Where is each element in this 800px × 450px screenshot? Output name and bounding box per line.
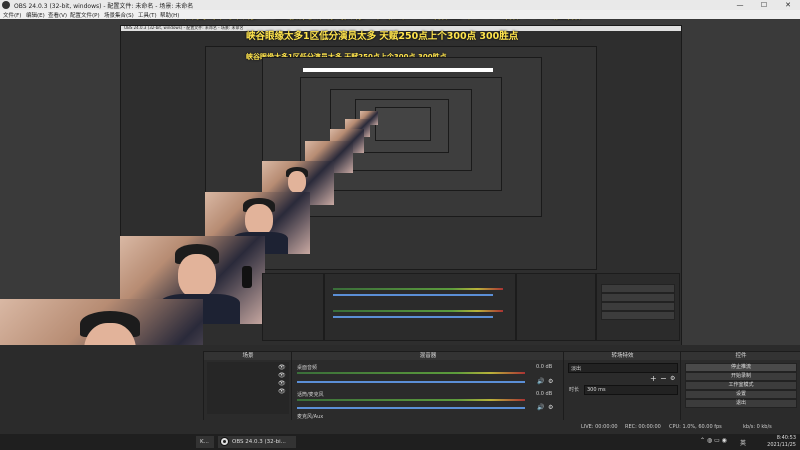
scenes-list[interactable] [207, 362, 289, 414]
status-bar: LIVE: 00:00:00 REC: 00:00:00 CPU: 1.0%, … [203, 420, 800, 434]
duration-label: 时长 [569, 387, 580, 393]
menu-scene-collection[interactable]: 场景集合(S) [104, 11, 134, 19]
mixer-volume-slider[interactable] [297, 407, 525, 409]
nested-window-title: OBS 24.0.3 (32-bit, windows) - 配置文件: 未命名… [124, 25, 244, 30]
transitions-dock-title: 转场特效 [564, 352, 681, 360]
mixer-track-name: 话筒/麦克风 [297, 392, 324, 398]
exit-button[interactable]: 退出 [685, 399, 797, 408]
taskbar: K... OBS 24.0.3 (32-bi... ⌃ ◍ ▭ ◉ 英 8:40… [0, 434, 800, 450]
clock-time[interactable]: 8:40:53 [752, 435, 796, 441]
nested-whitebar [303, 68, 493, 72]
nested-mixer-panel [324, 273, 516, 341]
mixer-dock-title: 混音器 [292, 352, 564, 360]
menu-view[interactable]: 查看(V) [48, 11, 67, 19]
obs-icon [220, 437, 229, 446]
tray-icons[interactable]: ⌃ ◍ ▭ ◉ [700, 437, 727, 444]
menu-tools[interactable]: 工具(T) [138, 11, 157, 19]
taskbar-item[interactable]: K... [196, 436, 214, 448]
studio-mode-button[interactable]: 工作室模式 [685, 381, 797, 390]
window-title: OBS 24.0.3 (32-bit, windows) - 配置文件: 未命名… [14, 3, 194, 10]
ime-indicator[interactable]: 英 [740, 438, 746, 447]
duration-input[interactable]: 300 ms [584, 385, 678, 395]
close-button[interactable]: ✕ [776, 0, 800, 10]
nested-preview-7 [375, 107, 431, 141]
controls-dock: 控件 停止推流 开始录制 工作室模式 设置 退出 [680, 351, 800, 422]
nested-scenes-panel [262, 273, 324, 341]
gear-icon[interactable]: ⚙ [548, 378, 553, 385]
menu-profile[interactable]: 配置文件(P) [70, 11, 100, 19]
scenes-dock: 场景 👁 👁 👁 👁 [203, 351, 293, 422]
speaker-icon[interactable]: 🔊 [537, 378, 544, 385]
eye-icon[interactable]: 👁 [278, 380, 286, 387]
menu-help[interactable]: 帮助(H) [160, 11, 179, 19]
gear-icon[interactable]: ⚙ [548, 404, 553, 411]
clock-date[interactable]: 2021/11/25 [752, 442, 796, 448]
menu-edit[interactable]: 编辑(E) [26, 11, 45, 19]
mixer-dock: 混音器 桌面音频 0.0 dB 🔊 ⚙ 话筒/麦克风 0.0 dB 🔊 ⚙ 麦克… [291, 351, 565, 422]
maximize-button[interactable]: ☐ [752, 0, 776, 10]
stop-streaming-button[interactable]: 停止推流 [685, 363, 797, 372]
transitions-dock: 转场特效 淡出 + − ⚙ 时长 300 ms [563, 351, 682, 422]
taskbar-obs-item[interactable]: OBS 24.0.3 (32-bi... [218, 436, 296, 448]
eye-icon[interactable]: 👁 [278, 388, 286, 395]
banner-text: 峡谷眼缘太多1区低分演员太多 天赋250点上个300点 300胜点 [180, 19, 581, 23]
webcam-main [0, 299, 203, 345]
gear-icon[interactable]: ⚙ [670, 375, 675, 382]
nested-transitions-panel [516, 273, 596, 341]
mixer-track-name: 麦克风/Aux [297, 414, 324, 420]
obs-app-icon [2, 1, 10, 9]
mixer-track-db: 0.0 dB [536, 391, 553, 397]
preview-canvas[interactable]: 峡谷眼缘太多1区低分演员太多 天赋250点上个300点 300胜点 OBS 24… [0, 19, 800, 345]
mixer-meter [297, 399, 525, 401]
scenes-dock-title: 场景 [204, 352, 292, 360]
minimize-button[interactable]: — [728, 0, 752, 10]
nested-banner-text: 峡谷眼缘太多1区低分演员太多 天赋250点上个300点 300胜点 [246, 31, 519, 42]
title-bar: OBS 24.0.3 (32-bit, windows) - 配置文件: 未命名… [0, 0, 800, 10]
mixer-track-name: 桌面音频 [297, 365, 318, 371]
menu-bar: 文件(F) 编辑(E) 查看(V) 配置文件(P) 场景集合(S) 工具(T) … [0, 10, 800, 19]
nested-controls-panel [596, 273, 680, 341]
rec-time: REC: 00:00:00 [625, 424, 661, 430]
remove-transition-button[interactable]: − [660, 374, 667, 383]
mixer-volume-slider[interactable] [297, 381, 525, 383]
add-transition-button[interactable]: + [650, 374, 657, 383]
menu-file[interactable]: 文件(F) [3, 11, 21, 19]
start-recording-button[interactable]: 开始录制 [685, 372, 797, 381]
eye-icon[interactable]: 👁 [278, 372, 286, 379]
controls-dock-title: 控件 [681, 352, 800, 360]
cpu-usage: CPU: 1.0%, 60.00 fps [669, 424, 722, 430]
speaker-icon[interactable]: 🔊 [537, 404, 544, 411]
mixer-track-db: 0.0 dB [536, 364, 553, 370]
live-time: LIVE: 00:00:00 [581, 424, 618, 430]
settings-button[interactable]: 设置 [685, 390, 797, 399]
mixer-meter [297, 372, 525, 374]
transition-select[interactable]: 淡出 [568, 363, 678, 373]
bitrate: kb/s: 0 kb/s [743, 424, 772, 430]
eye-icon[interactable]: 👁 [278, 364, 286, 371]
